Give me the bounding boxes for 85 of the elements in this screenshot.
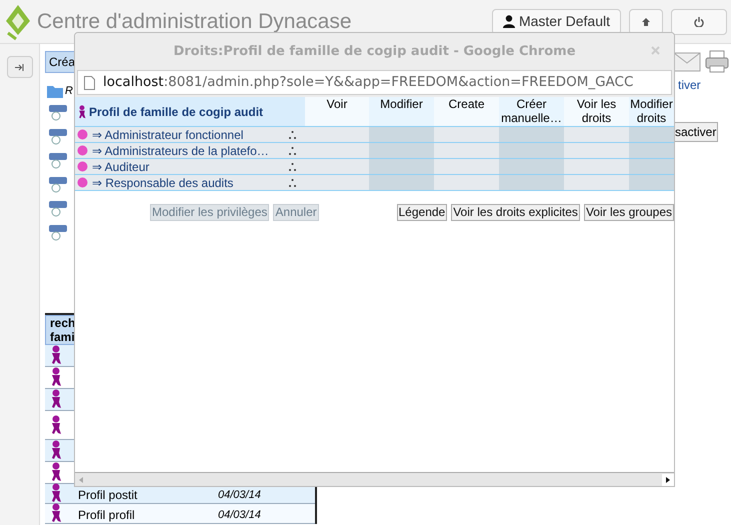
- address-bar[interactable]: localhost:8081/admin.php?sole=Y&&app=FREEDOM&action=FREEDOM_GACC: [77, 70, 672, 95]
- dots-icon: [288, 160, 297, 172]
- permission-cell[interactable]: [564, 159, 629, 174]
- network-icon: [47, 150, 69, 168]
- expand-icon: [15, 64, 24, 70]
- column-header: Modifier: [369, 97, 434, 126]
- role-icon: [77, 129, 88, 140]
- person-icon: [50, 440, 62, 460]
- scroll-right-icon[interactable]: [662, 474, 674, 486]
- permission-cell[interactable]: [564, 175, 629, 190]
- logo-icon: [4, 2, 32, 40]
- window-title: Droits:Profil de famille de cogip audit - Google Chrome: [173, 42, 576, 61]
- home-button[interactable]: [629, 8, 663, 34]
- dots-icon: [288, 128, 297, 140]
- action-button[interactable]: Voir les droits explicites: [451, 204, 580, 221]
- close-icon[interactable]: [651, 46, 660, 55]
- user-icon: [502, 15, 515, 28]
- column-header: Modifier droits: [629, 97, 674, 126]
- power-icon: [694, 16, 704, 26]
- person-icon: [50, 462, 62, 482]
- column-header: Créer manuelle…: [499, 97, 564, 126]
- permission-cell[interactable]: [499, 127, 564, 142]
- permission-cell[interactable]: [369, 127, 434, 142]
- network-icon: [47, 102, 69, 120]
- permission-cell[interactable]: [369, 143, 434, 158]
- permission-cell[interactable]: [434, 159, 499, 174]
- column-header: Voir: [305, 97, 369, 126]
- permission-cell[interactable]: [629, 175, 674, 190]
- permission-cell[interactable]: [434, 175, 499, 190]
- person-icon: [50, 389, 62, 409]
- power-button[interactable]: [671, 8, 727, 34]
- person-icon: [50, 345, 62, 365]
- role-icon: [77, 145, 88, 156]
- permission-cell[interactable]: [434, 143, 499, 158]
- person-icon: [50, 502, 62, 522]
- dots-icon: [288, 176, 297, 188]
- network-icon: [47, 198, 69, 216]
- permission-cell[interactable]: [369, 175, 434, 190]
- folder-icon: [47, 84, 63, 98]
- person-icon: [50, 367, 62, 387]
- permission-cell[interactable]: [499, 175, 564, 190]
- user-button[interactable]: Master Default: [492, 8, 621, 34]
- url-text: localhost:8081/admin.php?sole=Y&&app=FREEDOM&action=FREEDOM_GACC: [103, 73, 634, 92]
- tree-root: R: [65, 84, 73, 99]
- person-icon: [50, 414, 62, 434]
- permission-cell[interactable]: [434, 127, 499, 142]
- permission-cell[interactable]: [629, 143, 674, 158]
- permission-cell[interactable]: [305, 127, 369, 142]
- permission-cell[interactable]: [305, 175, 369, 190]
- role-icon: [77, 177, 88, 188]
- column-header: Create: [434, 97, 499, 126]
- role-name: ⇒ Auditeur: [92, 158, 150, 176]
- role-name: ⇒ Administrateur fonctionnel: [92, 126, 244, 144]
- role-name: ⇒ Administrateurs de la platefo…: [92, 142, 270, 160]
- action-button[interactable]: Légende: [396, 204, 448, 221]
- permission-cell[interactable]: [629, 127, 674, 142]
- permission-cell[interactable]: [369, 159, 434, 174]
- app-title: Centre d'administration Dynacase: [37, 8, 352, 35]
- dots-icon: [288, 144, 297, 156]
- page-icon: [84, 76, 95, 90]
- deactivate-button[interactable]: sactiver: [673, 122, 718, 142]
- profile-name: Profil profil: [78, 508, 136, 522]
- toggle-link[interactable]: tiver: [678, 76, 701, 94]
- permission-cell[interactable]: [499, 143, 564, 158]
- expand-button[interactable]: [6, 56, 32, 78]
- action-button[interactable]: Voir les groupes: [584, 204, 674, 221]
- role-name: ⇒ Responsable des audits: [92, 174, 234, 192]
- person-icon: [77, 104, 87, 118]
- network-icon: [47, 222, 69, 240]
- horizontal-scrollbar[interactable]: [75, 472, 674, 486]
- date-text: 04/03/14: [218, 488, 261, 502]
- network-icon: [47, 126, 69, 144]
- permission-cell[interactable]: [629, 159, 674, 174]
- network-icon: [47, 174, 69, 192]
- date-text: 04/03/14: [218, 508, 261, 522]
- permission-cell[interactable]: [564, 143, 629, 158]
- person-icon: [50, 482, 62, 502]
- permission-cell[interactable]: [564, 127, 629, 142]
- permission-cell[interactable]: [305, 143, 369, 158]
- permission-cell[interactable]: [499, 159, 564, 174]
- role-icon: [77, 161, 88, 172]
- profile-name: Profil postit: [78, 488, 138, 502]
- permission-cell[interactable]: [305, 159, 369, 174]
- table-title: Profil de famille de cogip audit: [75, 97, 305, 126]
- column-header: Voir les droits: [564, 97, 629, 126]
